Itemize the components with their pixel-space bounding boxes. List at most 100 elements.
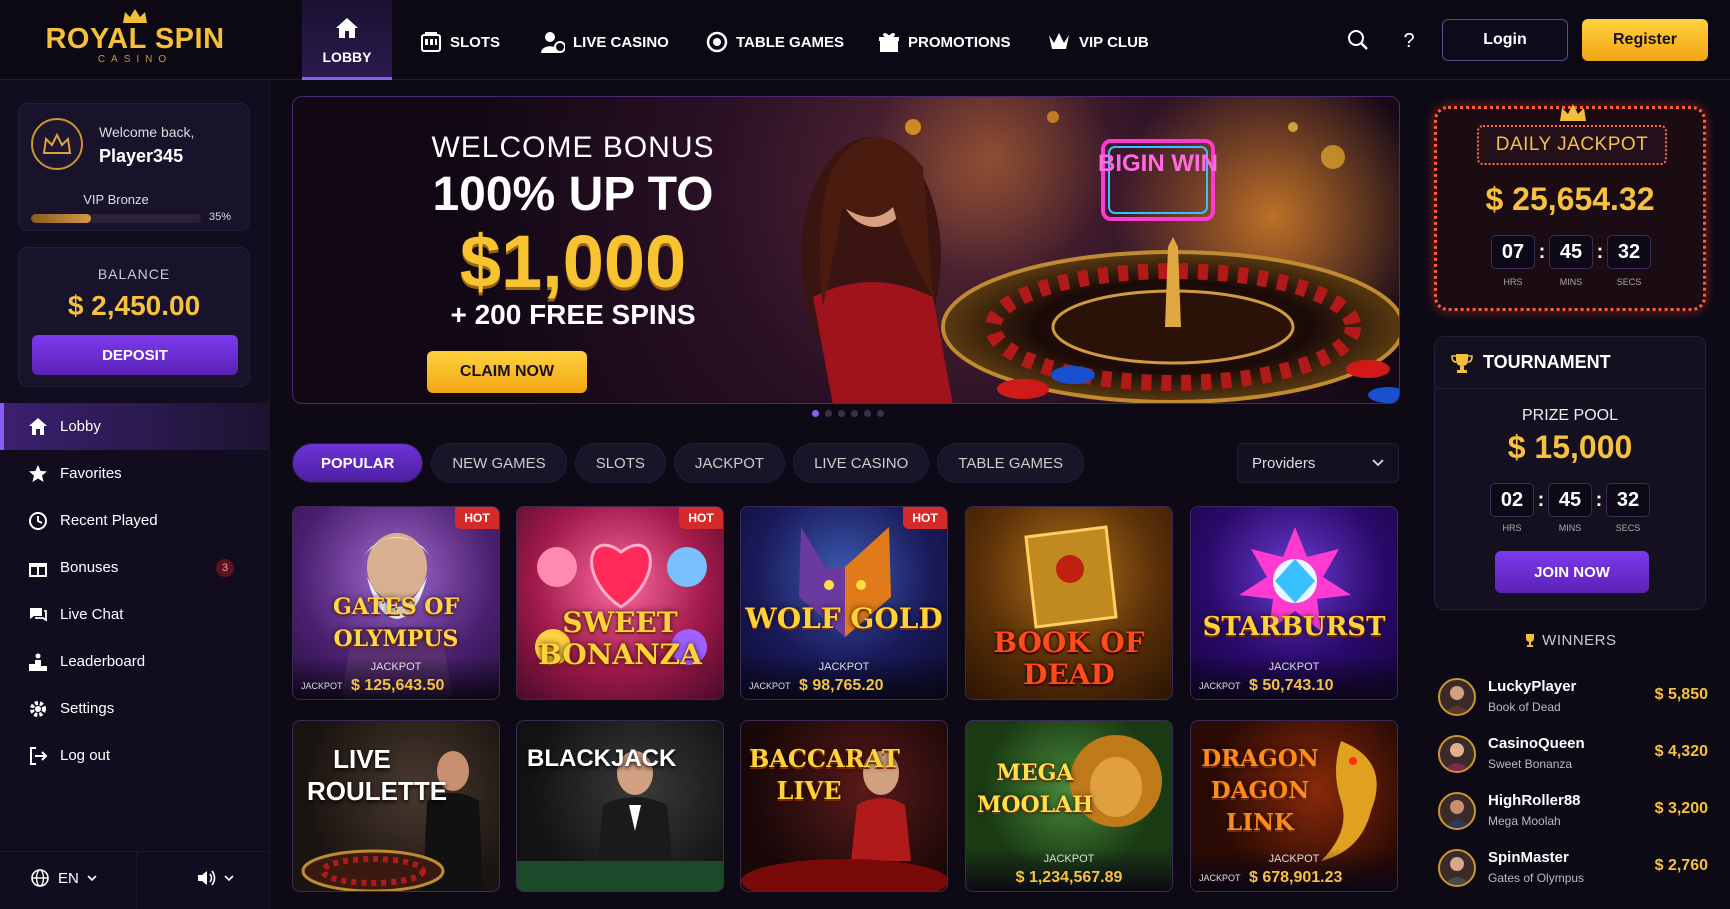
sidebar-item-recent-played[interactable]: Recent Played — [0, 497, 270, 544]
jackpot-value: $ 98,765.20 — [799, 677, 884, 694]
unit-secs: SECS — [1616, 277, 1642, 287]
unit-secs: SECS — [1615, 523, 1641, 533]
carousel-dot[interactable] — [851, 410, 858, 417]
welcome-card: Welcome back, Player345 VIP Bronze 35% — [18, 103, 250, 231]
deposit-button[interactable]: DEPOSIT — [32, 335, 238, 375]
speaker-icon — [198, 870, 216, 886]
jackpot-bar: JACKPOT JACKPOT $ 50,743.10 — [1191, 657, 1397, 699]
winner-game: Sweet Bonanza — [1488, 757, 1573, 771]
nav-live-casino[interactable]: LIVE CASINO — [541, 30, 669, 54]
slot-machine-icon — [421, 32, 441, 52]
clock-icon — [29, 511, 47, 530]
game-card-live-roulette[interactable]: LIVE ROULETTE — [292, 720, 500, 892]
tab-popular[interactable]: POPULAR — [292, 443, 424, 483]
language-label: EN — [58, 869, 79, 887]
svg-text:?: ? — [1403, 30, 1414, 51]
game-card-mega-moolah[interactable]: MEGA MOOLAH JACKPOT $ 1,234,567.89 — [965, 720, 1173, 892]
hot-badge: HOT — [903, 507, 947, 529]
unit-hrs: HRS — [1502, 523, 1522, 533]
nav-live-casino-label: LIVE CASINO — [573, 33, 669, 51]
avatar[interactable] — [31, 118, 83, 170]
jackpot-bar: JACKPOT JACKPOT $ 98,765.20 — [741, 657, 947, 699]
game-card-dragon-link[interactable]: DRAGON DAGON LINK JACKPOT JACKPOT $ 678,… — [1190, 720, 1398, 892]
welcome-bonus-banner[interactable]: BIGIN WIN WELCOME BONUS 100% UP TO $1,00… — [292, 96, 1400, 404]
carousel-dot-active[interactable] — [812, 410, 819, 417]
sidebar-item-leaderboard[interactable]: Leaderboard — [0, 638, 270, 685]
tab-jackpot[interactable]: JACKPOT — [673, 443, 786, 483]
nav-promotions[interactable]: PROMOTIONS — [878, 30, 1011, 54]
gift-icon — [879, 33, 899, 52]
winner-row[interactable]: HighRoller88 Mega Moolah $ 3,200 — [1438, 786, 1708, 836]
game-card-baccarat-live[interactable]: BACCARAT LIVE — [740, 720, 948, 892]
winner-row[interactable]: SpinMaster Gates of Olympus $ 2,760 — [1438, 843, 1708, 893]
nav-vip-club[interactable]: VIP CLUB — [1047, 30, 1149, 54]
countdown-seconds: 32 — [1607, 235, 1651, 269]
carousel-dot[interactable] — [864, 410, 871, 417]
tab-table-games[interactable]: TABLE GAMES — [937, 443, 1085, 483]
nav-table-games[interactable]: TABLE GAMES — [706, 30, 844, 54]
star-icon — [29, 464, 47, 482]
game-card-book-of-dead[interactable]: BOOK OF DEAD — [965, 506, 1173, 700]
nav-slots[interactable]: SLOTS — [420, 30, 500, 54]
sidebar-nav: Lobby Favorites Recent Played Bonuses 3 … — [0, 403, 270, 779]
logo-title: ROYAL SPIN — [45, 23, 225, 55]
nav-table-games-label: TABLE GAMES — [736, 33, 845, 51]
chat-icon — [30, 607, 47, 622]
search-button[interactable] — [1342, 24, 1374, 56]
sidebar-item-label: Lobby — [60, 418, 101, 435]
chevron-down-icon — [224, 875, 234, 882]
sidebar: Welcome back, Player345 VIP Bronze 35% B… — [0, 81, 270, 909]
sidebar-item-label: Favorites — [60, 465, 122, 482]
countdown-minutes: 45 — [1549, 235, 1593, 269]
sidebar-item-settings[interactable]: Settings — [0, 685, 270, 732]
sound-toggle[interactable] — [196, 868, 234, 888]
carousel-dot[interactable] — [825, 410, 832, 417]
winner-row[interactable]: LuckyPlayer Book of Dead $ 5,850 — [1438, 672, 1708, 722]
tab-live-casino[interactable]: LIVE CASINO — [793, 443, 930, 483]
register-button[interactable]: Register — [1582, 19, 1708, 61]
sidebar-item-logout[interactable]: Log out — [0, 732, 270, 779]
language-selector[interactable]: EN — [30, 868, 97, 888]
game-card-wolf-gold[interactable]: HOT WOLF GOLD JACKPOT JACKPOT $ 98,765.2… — [740, 506, 948, 700]
daily-jackpot-title: DAILY JACKPOT — [1495, 134, 1649, 155]
tab-slots[interactable]: SLOTS — [574, 443, 666, 483]
home-icon — [29, 417, 47, 435]
winner-name: SpinMaster — [1488, 849, 1569, 866]
jackpot-value: $ 1,234,567.89 — [1015, 869, 1123, 886]
nav-promotions-label: PROMOTIONS — [908, 33, 1011, 51]
game-card-sweet-bonanza[interactable]: HOT SWEET BONANZA — [516, 506, 724, 700]
carousel-dot[interactable] — [838, 410, 845, 417]
tab-new-games[interactable]: NEW GAMES — [431, 443, 567, 483]
help-button[interactable]: ? — [1393, 24, 1425, 56]
podium-icon — [29, 653, 47, 671]
join-now-button[interactable]: JOIN NOW — [1495, 551, 1649, 593]
sidebar-item-live-chat[interactable]: Live Chat — [0, 591, 270, 638]
claim-now-button[interactable]: CLAIM NOW — [427, 351, 587, 393]
tournament-title: TOURNAMENT — [1483, 352, 1611, 372]
vip-progress-bar — [31, 214, 201, 223]
logo[interactable]: ROYAL SPIN CASINO — [40, 8, 230, 74]
prize-pool-label: PRIZE POOL — [1521, 407, 1619, 424]
daily-jackpot-panel: DAILY JACKPOT $ 25,654.32 07 : 45 : 32 H… — [1434, 104, 1706, 311]
nav-lobby[interactable]: LOBBY — [302, 0, 392, 80]
jackpot-label: JACKPOT — [370, 661, 422, 673]
sidebar-item-lobby[interactable]: Lobby — [0, 403, 270, 450]
winner-game: Book of Dead — [1488, 700, 1561, 714]
winner-amount: $ 4,320 — [1654, 743, 1708, 760]
sidebar-item-favorites[interactable]: Favorites — [0, 450, 270, 497]
winner-row[interactable]: CasinoQueen Sweet Bonanza $ 4,320 — [1438, 729, 1708, 779]
providers-dropdown[interactable]: Providers — [1237, 443, 1399, 483]
carousel-dot[interactable] — [877, 410, 884, 417]
home-icon — [336, 18, 358, 38]
balance-label: BALANCE — [97, 266, 171, 282]
jackpot-value: $ 50,743.10 — [1249, 677, 1334, 694]
game-card-starburst[interactable]: STARBURST JACKPOT JACKPOT $ 50,743.10 — [1190, 506, 1398, 700]
game-title: DRAGON DAGON LINK — [1201, 745, 1319, 836]
login-button[interactable]: Login — [1442, 19, 1568, 61]
avatar — [1438, 792, 1476, 830]
game-card-blackjack[interactable]: BLACKJACK — [516, 720, 724, 892]
carousel-dots — [812, 410, 884, 417]
jackpot-label: JACKPOT — [1043, 853, 1095, 865]
sidebar-item-bonuses[interactable]: Bonuses 3 — [0, 544, 270, 591]
game-card-gates-of-olympus[interactable]: HOT GATES OF OLYMPUS JACKPOT JACKPOT $ 1… — [292, 506, 500, 700]
